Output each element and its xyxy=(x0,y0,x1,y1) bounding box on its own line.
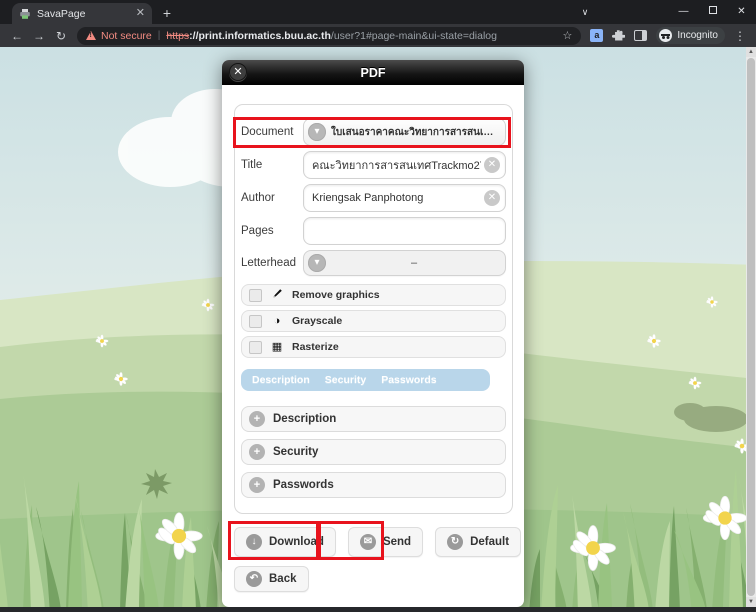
not-secure-warning-icon xyxy=(86,31,96,40)
rasterize-icon: ▦ xyxy=(270,342,284,353)
tab-search-chevron-icon[interactable]: ∨ xyxy=(571,0,599,24)
options-group: Remove graphics ◑ Grayscale ▦ Rasterize xyxy=(241,284,506,358)
tab-savapage[interactable]: SavaPage ✕ xyxy=(12,3,152,24)
incognito-label: Incognito xyxy=(677,30,718,41)
dialog-close-icon[interactable]: ✕ xyxy=(229,63,247,81)
section-label: Description xyxy=(273,413,336,425)
back-button[interactable]: ↶ Back xyxy=(234,566,309,592)
rasterize-option[interactable]: ▦ Rasterize xyxy=(241,336,506,358)
scrollbar-up-icon[interactable]: ▲ xyxy=(746,47,756,57)
tab-title: SavaPage xyxy=(37,8,130,20)
section-passwords[interactable]: + Passwords xyxy=(241,472,506,498)
grayscale-option[interactable]: ◑ Grayscale xyxy=(241,310,506,332)
letterhead-label: Letterhead xyxy=(241,257,303,269)
back-button-label: Back xyxy=(269,573,297,585)
toolbar-right-icons: a Incognito ⋮ xyxy=(586,27,750,44)
rasterize-checkbox[interactable] xyxy=(249,341,262,354)
dialog-back-row: ↶ Back xyxy=(234,566,309,592)
browser-window: SavaPage ✕ + ∨ — ✕ ← → ↻ Not secure | ht… xyxy=(0,0,756,612)
printer-favicon xyxy=(19,8,31,20)
option-label: Rasterize xyxy=(292,341,339,353)
clear-author-icon[interactable]: ✕ xyxy=(484,190,500,206)
address-bar[interactable]: Not secure | https ://print.informatics.… xyxy=(77,27,581,45)
chevron-down-icon: ▾ xyxy=(308,254,326,272)
collapsible-sections: + Description + Security + Passwords xyxy=(241,406,506,498)
remove-graphics-icon xyxy=(270,288,284,302)
page-viewport: ✕ PDF Document ▾ ใบเสนอราคาคณะวิทยาการสา… xyxy=(0,47,756,612)
translate-icon[interactable]: a xyxy=(590,29,603,42)
back-arrow-icon: ↶ xyxy=(246,571,262,587)
maximize-button[interactable] xyxy=(698,0,727,24)
section-label: Passwords xyxy=(273,479,334,491)
tab-strip: SavaPage ✕ + ∨ — ✕ xyxy=(0,0,756,24)
browser-toolbar: ← → ↻ Not secure | https ://print.inform… xyxy=(0,24,756,47)
author-input[interactable] xyxy=(303,184,506,212)
option-label: Grayscale xyxy=(292,315,342,327)
plus-icon: + xyxy=(249,444,265,460)
pages-row: Pages xyxy=(241,217,506,245)
default-button[interactable]: ↻ Default xyxy=(435,527,521,557)
close-window-button[interactable]: ✕ xyxy=(727,0,756,24)
pages-label: Pages xyxy=(241,225,303,237)
scrollbar-thumb[interactable] xyxy=(747,58,755,596)
clear-title-icon[interactable]: ✕ xyxy=(484,157,500,173)
default-button-label: Default xyxy=(470,536,509,548)
window-bottom-edge xyxy=(0,607,756,612)
dialog-header: ✕ PDF xyxy=(222,60,524,85)
reload-icon[interactable]: ↻ xyxy=(50,29,72,43)
url-scheme: https xyxy=(166,30,189,42)
author-row: Author ✕ xyxy=(241,184,506,212)
author-label: Author xyxy=(241,192,303,204)
dialog-title: PDF xyxy=(361,66,386,80)
side-panel-icon[interactable] xyxy=(634,30,647,41)
new-tab-button[interactable]: + xyxy=(158,4,176,22)
extensions-puzzle-icon[interactable] xyxy=(612,29,625,42)
window-controls: — ✕ xyxy=(669,0,756,24)
forward-nav-icon[interactable]: → xyxy=(28,29,50,43)
remove-graphics-option[interactable]: Remove graphics xyxy=(241,284,506,306)
section-label: Security xyxy=(273,446,318,458)
incognito-badge: Incognito xyxy=(656,27,725,44)
title-row: Title ✕ xyxy=(241,151,506,179)
incognito-icon xyxy=(659,29,672,42)
back-nav-icon[interactable]: ← xyxy=(6,29,28,43)
letterhead-row: Letterhead ▾ – xyxy=(241,250,506,276)
dialog-tab-bar: Description Security Passwords xyxy=(241,369,490,391)
letterhead-select[interactable]: ▾ – xyxy=(303,250,506,276)
letterhead-value: – xyxy=(331,257,497,269)
minimize-button[interactable]: — xyxy=(669,0,698,24)
section-security[interactable]: + Security xyxy=(241,439,506,465)
page-scrollbar[interactable]: ▲ ▼ xyxy=(746,47,756,612)
bookmark-star-icon[interactable]: ☆ xyxy=(563,29,573,42)
tab-close-icon[interactable]: ✕ xyxy=(136,8,145,19)
remove-graphics-checkbox[interactable] xyxy=(249,289,262,302)
send-button-label: Send xyxy=(383,536,411,548)
pdf-form: Document ▾ ใบเสนอราคาคณะวิทยาการสารสนเทศ… xyxy=(234,104,513,514)
annotation-box-download xyxy=(228,521,319,560)
plus-icon: + xyxy=(249,411,265,427)
title-label: Title xyxy=(241,159,303,171)
browser-menu-icon[interactable]: ⋮ xyxy=(734,29,746,43)
scrollbar-down-icon[interactable]: ▼ xyxy=(746,597,756,607)
section-description[interactable]: + Description xyxy=(241,406,506,432)
tab-security[interactable]: Security xyxy=(325,374,366,386)
not-secure-label: Not secure xyxy=(101,30,152,42)
bush-blob xyxy=(674,403,706,421)
pages-input[interactable] xyxy=(303,217,506,245)
address-divider: | xyxy=(158,30,161,41)
grayscale-icon: ◑ xyxy=(270,316,284,327)
tab-description[interactable]: Description xyxy=(252,374,310,386)
annotation-box-send xyxy=(318,521,384,560)
grayscale-checkbox[interactable] xyxy=(249,315,262,328)
tab-passwords[interactable]: Passwords xyxy=(381,374,436,386)
plus-icon: + xyxy=(249,477,265,493)
url-path: /user?1#page-main&ui-state=dialog xyxy=(331,30,497,42)
title-input[interactable] xyxy=(303,151,506,179)
option-label: Remove graphics xyxy=(292,289,380,301)
annotation-box-document xyxy=(233,117,511,148)
refresh-icon: ↻ xyxy=(447,534,463,550)
url-host: ://print.informatics.buu.ac.th xyxy=(189,30,331,42)
